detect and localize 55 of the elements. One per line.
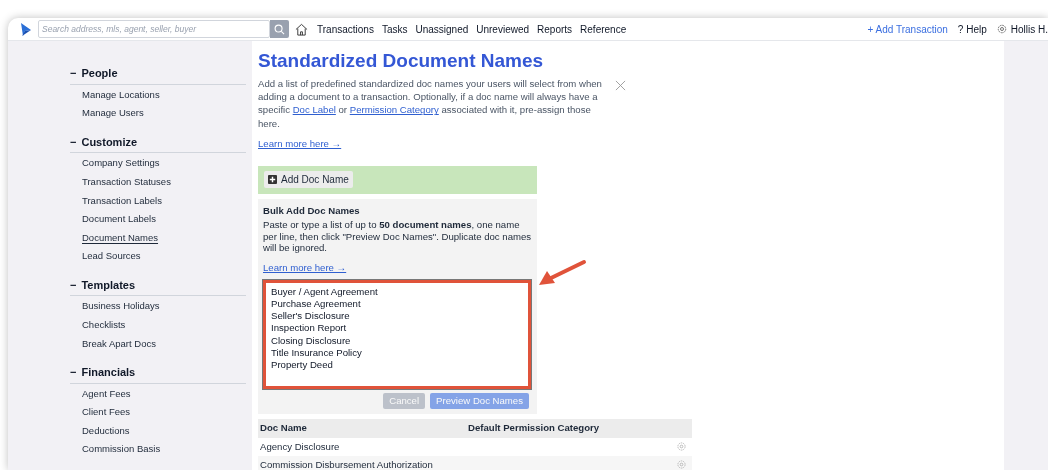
sidebar-item[interactable]: Company Settings xyxy=(82,156,160,171)
search-button[interactable] xyxy=(270,20,289,38)
section-heading: Financials xyxy=(81,365,136,381)
search-field[interactable]: Search address, mls, agent, seller, buyer xyxy=(38,20,270,38)
nav-link[interactable]: Unreviewed xyxy=(476,21,530,37)
section-heading: Customize xyxy=(81,134,138,150)
column-header: Doc Name xyxy=(260,421,308,435)
sidebar-item[interactable]: Document Labels xyxy=(82,212,156,227)
section-heading: Templates xyxy=(81,277,136,293)
nav-link[interactable]: Reference xyxy=(580,21,627,37)
sidebar-item[interactable]: Document Names xyxy=(82,230,159,245)
sidebar-item[interactable]: Client Fees xyxy=(82,405,131,420)
sidebar-item[interactable]: Agent Fees xyxy=(82,386,131,401)
close-icon[interactable] xyxy=(615,80,626,91)
column-header: Default Permission Category xyxy=(468,421,600,435)
add-transaction-link[interactable]: + Add Transaction xyxy=(867,21,948,37)
section-heading: People xyxy=(81,66,118,81)
bulk-add-heading: Bulk Add Doc Names xyxy=(263,203,361,218)
sidebar-item[interactable]: Transaction Labels xyxy=(82,193,162,208)
add-doc-name-button[interactable]: Add Doc Name xyxy=(264,171,353,189)
settings-icon[interactable] xyxy=(996,24,1007,34)
user-menu[interactable]: Hollis H. xyxy=(1010,21,1048,37)
help-link[interactable]: ? Help xyxy=(957,21,987,37)
sidebar-item[interactable]: Deductions xyxy=(82,423,130,439)
home-icon[interactable] xyxy=(295,22,308,36)
sidebar-item[interactable]: Lead Sources xyxy=(82,249,141,264)
permission-category-link[interactable]: Permission Category xyxy=(349,104,439,116)
sidebar-item[interactable]: Checklists xyxy=(82,318,126,333)
doc-names-textarea[interactable]: Buyer / Agent Agreement Purchase Agreement Seller's Disclosure Inspection Report Closing Disclosure Title Insurance Policy Property Deed xyxy=(263,279,531,389)
nav-link[interactable]: Reports xyxy=(537,21,573,37)
table-cell: Commission Disbursement Authorization xyxy=(260,457,433,470)
doc-label-link[interactable]: Doc Label xyxy=(292,104,336,116)
table-cell: Agency Disclosure xyxy=(260,439,340,454)
search-icon xyxy=(274,23,285,35)
nav-link[interactable]: Unassigned xyxy=(415,21,469,37)
sidebar-item[interactable]: Manage Locations xyxy=(82,87,160,102)
sidebar-item[interactable]: Commission Basis xyxy=(82,442,161,457)
sidebar-item[interactable]: Transaction Statuses xyxy=(82,174,171,190)
plus-icon xyxy=(268,175,277,185)
collapse-toggle[interactable]: − xyxy=(70,364,77,381)
sidebar-item[interactable]: Business Holidays xyxy=(82,299,160,314)
annotation-arrow xyxy=(539,259,586,285)
bulk-add-instructions: Paste or type a list of up to 50 document names, one name per line, then click "Preview Doc Names". Duplicate doc names will be ignored. xyxy=(263,219,532,254)
nav-link[interactable]: Transactions xyxy=(317,21,374,37)
intro-text: Add a list of predefined standardized doc names your users will select from when adding a document to a transaction. Optionally, if a doc name will always have a specific Doc Label or Permission Category associated with it, pre-assign those here. xyxy=(258,77,603,130)
page-title: Standardized Document Names xyxy=(258,49,545,73)
sidebar-item[interactable]: Manage Users xyxy=(82,106,144,121)
collapse-toggle[interactable]: − xyxy=(70,276,77,294)
logo-icon[interactable] xyxy=(19,21,33,37)
sidebar-item[interactable]: Break Apart Docs xyxy=(82,336,156,351)
nav-link[interactable]: Tasks xyxy=(381,21,408,37)
learn-more-link[interactable]: Learn more here → xyxy=(258,136,342,152)
learn-more-link[interactable]: Learn more here → xyxy=(263,260,347,276)
collapse-toggle[interactable]: − xyxy=(70,65,77,82)
collapse-toggle[interactable]: − xyxy=(70,133,77,151)
